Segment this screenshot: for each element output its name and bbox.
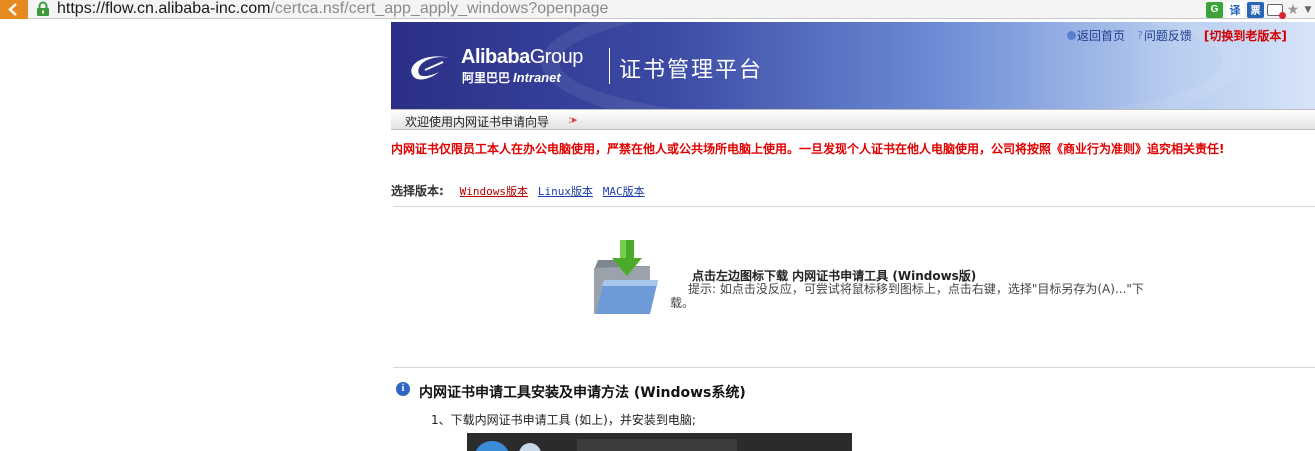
logo-subtitle: 阿里巴巴 Intranet — [462, 69, 561, 86]
globe-icon — [1067, 31, 1076, 40]
alibaba-logo-icon — [411, 56, 449, 80]
logo-divider — [609, 48, 610, 84]
instruction-screenshot — [467, 433, 852, 451]
url-path: /certca.nsf/cert_app_apply_windows?openp… — [270, 0, 609, 17]
logo-cn: 阿里巴巴 — [462, 71, 511, 85]
arrow-right-icon: :▸ — [568, 113, 578, 126]
welcome-text: 欢迎使用内网证书申请向导 — [405, 115, 550, 129]
feedback-link-label: 问题反馈 — [1143, 29, 1192, 43]
warning-text: 内网证书仅限员工本人在办公电脑使用，严禁在他人或公共场所电脑上使用。一旦发现个人… — [391, 142, 1225, 156]
divider — [393, 367, 1315, 368]
feedback-link[interactable]: ? 问题反馈 — [1137, 27, 1192, 44]
chevron-down-icon[interactable]: ▼ — [1303, 2, 1313, 18]
back-button[interactable] — [0, 0, 28, 19]
divider — [393, 206, 1315, 207]
home-link-label: 返回首页 — [1077, 29, 1126, 43]
platform-title: 证书管理平台 — [619, 58, 764, 83]
question-icon: ? — [1137, 29, 1143, 42]
toolbar-icons: G 译 票 ★ ▼ — [1206, 1, 1315, 19]
url-host: https://flow.cn.alibaba-inc.com — [57, 0, 271, 17]
info-icon: i — [396, 382, 410, 396]
switch-old-version-link[interactable]: [切换到老版本] — [1204, 27, 1287, 44]
url-field[interactable]: https://flow.cn.alibaba-inc.com/certca.n… — [57, 0, 608, 19]
g-extension-icon[interactable]: G — [1206, 1, 1223, 18]
lock-icon — [37, 1, 49, 16]
browser-address-bar: https://flow.cn.alibaba-inc.com/certca.n… — [0, 0, 1315, 19]
translate-icon[interactable]: 译 — [1226, 1, 1244, 18]
header-banner: AlibabaGroup 阿里巴巴 Intranet 证书管理平台 返回首页 ? … — [391, 22, 1315, 109]
logo-word: Alibaba — [461, 46, 530, 68]
mac-version-link[interactable]: MAC版本 — [603, 185, 645, 198]
screenshot-taskbar — [577, 439, 737, 451]
screenshot-app-icon — [519, 443, 541, 451]
download-folder-icon[interactable] — [590, 238, 660, 318]
home-link[interactable]: 返回首页 — [1067, 27, 1125, 44]
top-links: 返回首页 ? 问题反馈 [切换到老版本] — [1067, 27, 1287, 44]
device-icon[interactable] — [1267, 3, 1286, 19]
welcome-bar: 欢迎使用内网证书申请向导 :▸ — [391, 109, 1315, 130]
logo-wordmark: AlibabaGroup — [461, 46, 583, 69]
ticket-icon[interactable]: 票 — [1247, 1, 1264, 18]
download-hint: 提示: 如点击没反应，可尝试将鼠标移到图标上，点击右键，选择"目标另存为(A).… — [670, 282, 1144, 310]
version-label: 选择版本: — [391, 184, 444, 198]
logo-intranet: Intranet — [513, 70, 561, 85]
back-arrow-icon — [8, 3, 17, 16]
windows-version-link[interactable]: Windows版本 — [460, 185, 528, 198]
star-icon[interactable]: ★ — [1286, 2, 1300, 18]
version-selector: 选择版本: Windows版本 Linux版本 MAC版本 — [391, 182, 645, 199]
screenshot-ie-icon — [475, 441, 509, 451]
step-1-text: 1、下载内网证书申请工具 (如上)，并安装到电脑; — [431, 413, 696, 427]
logo-group: Group — [529, 46, 584, 68]
section-title: 内网证书申请工具安装及申请方法 (Windows系统) — [419, 385, 746, 401]
linux-version-link[interactable]: Linux版本 — [538, 185, 593, 198]
